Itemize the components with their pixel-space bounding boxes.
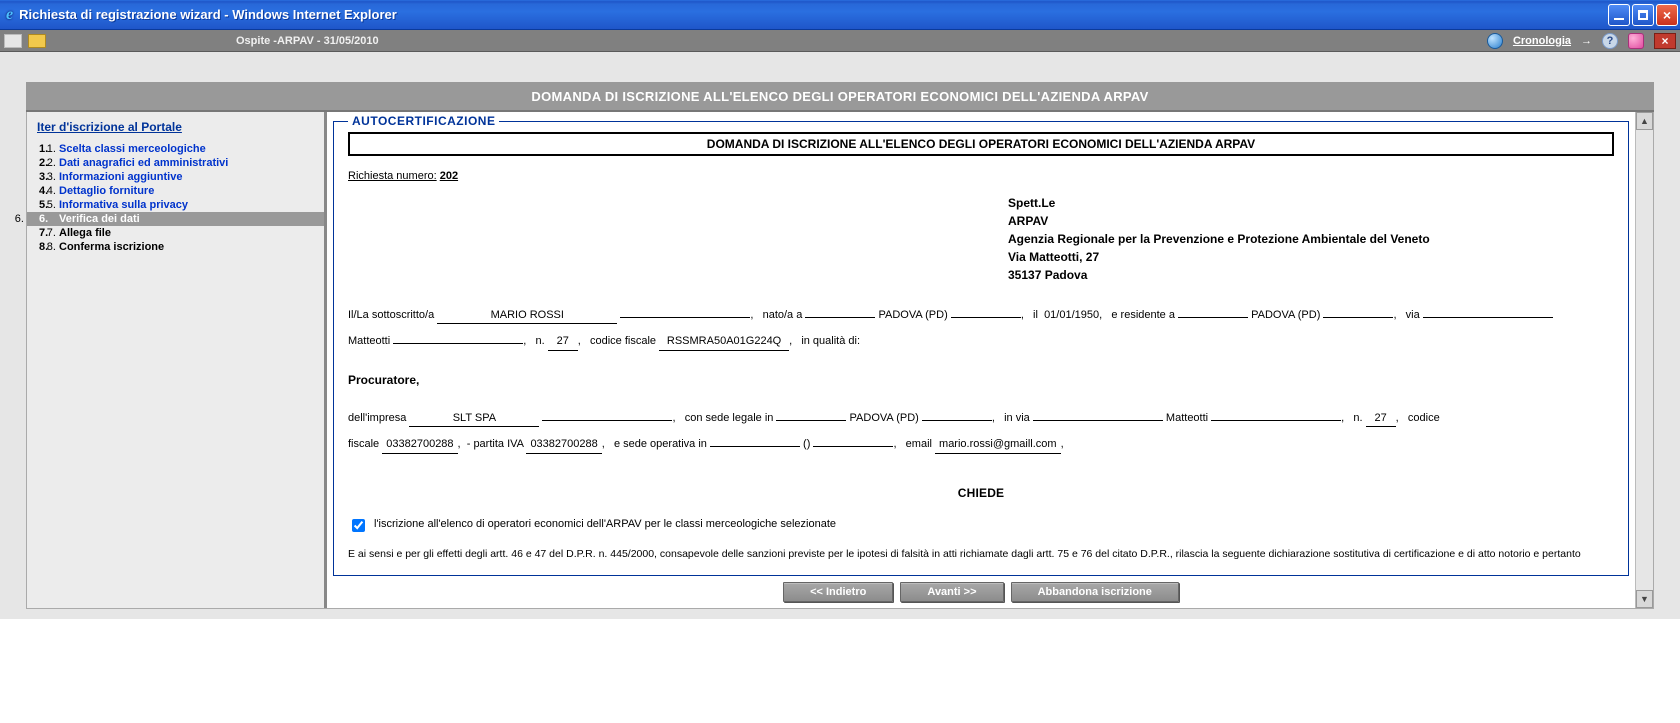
toolbar-doc-icon[interactable] — [4, 34, 22, 48]
app-toolbar: Ospite -ARPAV - 31/05/2010 Cronologia → … — [0, 30, 1680, 52]
sidebar-item-6[interactable]: 6.Verifica dei dati — [27, 212, 324, 226]
chiede-heading: CHIEDE — [348, 486, 1614, 500]
iscrizione-check-label: l'iscrizione all'elenco di operatori eco… — [374, 518, 836, 530]
sidebar-item-label[interactable]: Verifica dei dati — [59, 213, 140, 225]
sidebar-item-label[interactable]: Informazioni aggiuntive — [59, 171, 182, 183]
window-titlebar: e Richiesta di registrazione wizard - Wi… — [0, 0, 1680, 30]
back-button[interactable]: << Indietro — [783, 582, 893, 602]
window-controls: × — [1608, 4, 1678, 26]
sidebar-item-8[interactable]: 8.Conferma iscrizione — [59, 240, 318, 254]
ie-logo-icon: e — [6, 6, 13, 24]
app-close-icon[interactable]: × — [1654, 33, 1676, 49]
window-maximize-button[interactable] — [1632, 4, 1654, 26]
cronologia-link[interactable]: Cronologia — [1513, 35, 1571, 47]
help-icon[interactable]: ? — [1602, 33, 1618, 49]
legal-paragraph: E ai sensi e per gli effetti degli artt.… — [348, 547, 1614, 562]
scroll-down-icon[interactable]: ▼ — [1636, 590, 1653, 608]
next-button[interactable]: Avanti >> — [900, 582, 1003, 602]
arrow-right-icon[interactable]: → — [1581, 35, 1592, 47]
window-close-button[interactable]: × — [1656, 4, 1678, 26]
wizard-sidebar: Iter d'iscrizione al Portale 1.Scelta cl… — [27, 112, 327, 608]
toolbar-folder-icon[interactable] — [28, 34, 46, 48]
sidebar-item-label[interactable]: Informativa sulla privacy — [59, 199, 188, 211]
sidebar-item-label[interactable]: Dettaglio forniture — [59, 185, 154, 197]
sidebar-title[interactable]: Iter d'iscrizione al Portale — [27, 120, 324, 142]
page-title: DOMANDA DI ISCRIZIONE ALL'ELENCO DEGLI O… — [26, 82, 1654, 112]
autocert-fieldset: AUTOCERTIFICAZIONE DOMANDA DI ISCRIZIONE… — [333, 114, 1629, 576]
sidebar-item-label[interactable]: Conferma iscrizione — [59, 241, 164, 253]
vertical-scrollbar[interactable]: ▲ ▼ — [1635, 112, 1653, 608]
abort-button[interactable]: Abbandona iscrizione — [1011, 582, 1179, 602]
autocert-legend: AUTOCERTIFICAZIONE — [348, 114, 499, 128]
sidebar-item-1[interactable]: 1.Scelta classi merceologiche — [59, 142, 318, 156]
wizard-button-row: << Indietro Avanti >> Abbandona iscrizio… — [331, 576, 1631, 604]
sidebar-item-4[interactable]: 4.Dettaglio forniture — [59, 184, 318, 198]
person-paragraph: Il/La sottoscritto/a MARIO ROSSI , nato/… — [348, 302, 1614, 355]
iscrizione-check-row: l'iscrizione all'elenco di operatori eco… — [348, 518, 1614, 535]
sidebar-item-3[interactable]: 3.Informazioni aggiuntive — [59, 170, 318, 184]
recipient-block: Spett.Le ARPAV Agenzia Regionale per la … — [1008, 194, 1614, 284]
eraser-icon[interactable] — [1628, 33, 1644, 49]
iscrizione-checkbox[interactable] — [352, 519, 365, 532]
sidebar-item-label[interactable]: Dati anagrafici ed amministrativi — [59, 157, 228, 169]
sidebar-item-5[interactable]: 5.Informativa sulla privacy — [59, 198, 318, 212]
globe-icon[interactable] — [1487, 33, 1503, 49]
toolbar-status-text: Ospite -ARPAV - 31/05/2010 — [236, 35, 379, 47]
request-number-line: Richiesta numero: 202 — [348, 170, 1614, 182]
document-title: DOMANDA DI ISCRIZIONE ALL'ELENCO DEGLI O… — [348, 132, 1614, 156]
sidebar-item-2[interactable]: 2.Dati anagrafici ed amministrativi — [59, 156, 318, 170]
role-line: Procuratore, — [348, 373, 1614, 387]
sidebar-item-label[interactable]: Allega file — [59, 227, 111, 239]
sidebar-item-7[interactable]: 7.Allega file — [59, 226, 318, 240]
company-paragraph: dell'impresa SLT SPA , con sede legale i… — [348, 405, 1614, 458]
window-title: Richiesta di registrazione wizard - Wind… — [19, 7, 397, 22]
window-minimize-button[interactable] — [1608, 4, 1630, 26]
sidebar-item-label[interactable]: Scelta classi merceologiche — [59, 143, 206, 155]
scroll-up-icon[interactable]: ▲ — [1636, 112, 1653, 130]
main-content: AUTOCERTIFICAZIONE DOMANDA DI ISCRIZIONE… — [327, 112, 1635, 608]
